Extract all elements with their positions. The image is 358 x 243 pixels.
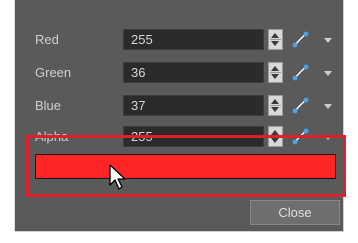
spinner-divider	[270, 105, 281, 106]
blue-value-field[interactable]: 37	[123, 95, 264, 116]
spinner-divider	[270, 72, 281, 73]
spin-down-icon[interactable]	[271, 107, 279, 112]
spin-up-icon[interactable]	[271, 33, 279, 38]
spin-up-icon[interactable]	[271, 66, 279, 71]
green-function-curve-icon[interactable]	[290, 62, 312, 83]
alpha-function-curve-icon[interactable]	[290, 126, 312, 147]
alpha-label: Alpha	[35, 129, 69, 144]
green-spinner[interactable]	[268, 62, 283, 83]
blue-label: Blue	[35, 98, 62, 113]
spin-down-icon[interactable]	[271, 41, 279, 46]
alpha-value-field[interactable]: 255	[123, 126, 264, 147]
red-function-curve-icon[interactable]	[290, 29, 312, 50]
spinner-divider	[270, 39, 281, 40]
spin-up-icon[interactable]	[271, 130, 279, 135]
green-label: Green	[35, 65, 72, 80]
spin-up-icon[interactable]	[271, 99, 279, 104]
red-dropdown-arrow-icon[interactable]	[324, 38, 332, 43]
mouse-cursor-icon	[109, 164, 126, 190]
close-button[interactable]: Close	[250, 200, 340, 225]
blue-spinner[interactable]	[268, 95, 283, 116]
spin-down-icon[interactable]	[271, 138, 279, 143]
alpha-dropdown-arrow-icon[interactable]	[324, 135, 332, 140]
red-label: Red	[35, 32, 59, 47]
blue-dropdown-arrow-icon[interactable]	[324, 104, 332, 109]
alpha-spinner[interactable]	[268, 126, 283, 147]
red-spinner[interactable]	[268, 29, 283, 50]
color-swatch[interactable]	[35, 154, 336, 179]
green-value-field[interactable]: 36	[123, 62, 264, 83]
spin-down-icon[interactable]	[271, 74, 279, 79]
green-dropdown-arrow-icon[interactable]	[324, 71, 332, 76]
blue-function-curve-icon[interactable]	[290, 95, 312, 116]
spinner-divider	[270, 136, 281, 137]
red-value-field[interactable]: 255	[123, 29, 264, 50]
